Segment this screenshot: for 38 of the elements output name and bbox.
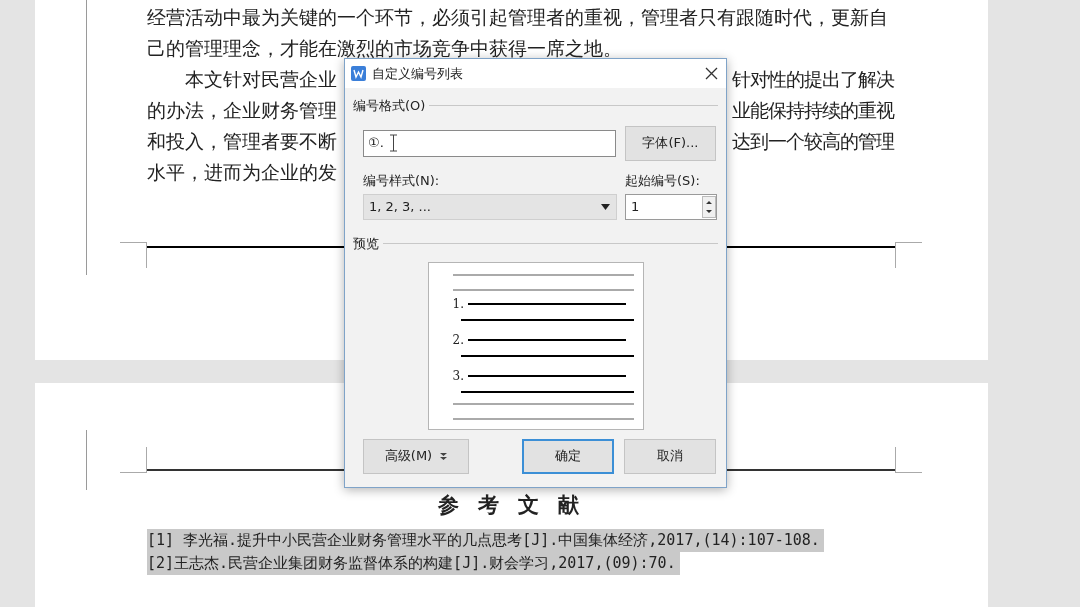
preview-number: 2.: [452, 331, 464, 349]
spinner-arrows-icon[interactable]: [702, 196, 716, 218]
crop-mark: [895, 447, 922, 473]
reference-entry: [2]王志杰.民营企业集团财务监督体系的构建[J].财会学习,2017,(09):70.: [147, 551, 680, 575]
paragraph-line: 和投入，管理者要不断: [147, 129, 337, 154]
crop-mark: [120, 447, 147, 473]
field-label: 起始编号(S):: [625, 171, 701, 190]
dropdown-value: 1, 2, 3, ...: [369, 198, 432, 217]
paragraph-line: 针对性的提出了解决: [732, 67, 894, 92]
app-logo-icon: [351, 66, 366, 81]
dialog-title: 自定义编号列表: [372, 64, 464, 83]
section-label: 编号格式(O): [353, 97, 426, 115]
reference-entry: [1] 李光福.提升中小民营企业财务管理水平的几点思考[J].中国集体经济,2017,(14):107-108.: [147, 528, 824, 552]
preview-number: 3.: [452, 367, 464, 385]
start-number-spinner[interactable]: 1: [625, 194, 717, 220]
close-icon[interactable]: [705, 67, 718, 80]
paragraph-line: 己的管理理念，才能在激烈的市场竞争中获得一席之地。: [147, 36, 622, 61]
paragraph-line: 的办法，企业财务管理: [147, 98, 337, 123]
paragraph-line: 经营活动中最为关键的一个环节，必须引起管理者的重视，管理者只有跟随时代，更新自: [147, 5, 888, 30]
caret-icon: [440, 452, 448, 460]
section-label: 预览: [353, 235, 379, 253]
field-label: 编号样式(N):: [363, 171, 441, 190]
font-button[interactable]: 字体(F)...: [625, 125, 716, 161]
advanced-button[interactable]: 高级(M): [363, 438, 469, 474]
text-cursor-icon: [389, 134, 397, 152]
format-input[interactable]: ①.: [363, 129, 616, 157]
paragraph-line: 水平，进而为企业的发: [147, 160, 337, 185]
references-heading: 参 考 文 献: [437, 491, 586, 519]
paragraph-line: 业能保持持续的重视: [732, 98, 894, 123]
caret-icon: [601, 204, 610, 210]
paragraph-line: 达到一个较高的管理: [732, 129, 894, 154]
style-dropdown[interactable]: 1, 2, 3, ...: [363, 194, 617, 220]
paragraph-line: 本文针对民营企业: [184, 67, 337, 92]
dialog-button[interactable]: 确定: [522, 438, 614, 474]
preview-number: 1.: [452, 295, 464, 313]
dialog-button[interactable]: 取消: [624, 438, 716, 474]
crop-mark: [120, 242, 147, 268]
crop-mark: [895, 242, 922, 268]
